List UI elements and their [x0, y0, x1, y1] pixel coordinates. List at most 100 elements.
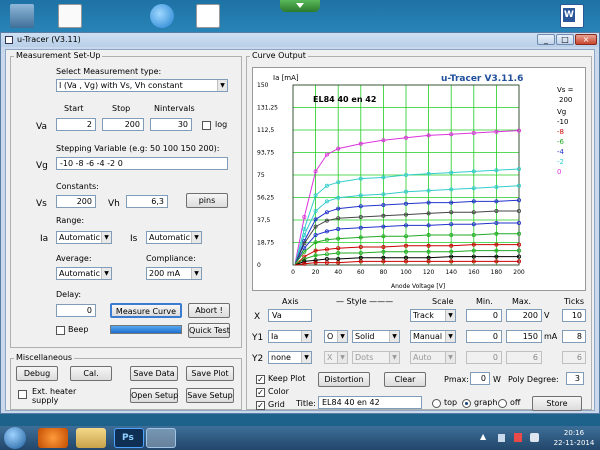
- internet-explorer-icon[interactable]: [150, 4, 174, 28]
- word-icon[interactable]: W: [560, 4, 584, 28]
- y2-line-value: Dots: [355, 353, 374, 362]
- x-scale-select[interactable]: Track ▼: [410, 309, 456, 322]
- tray-volume-icon[interactable]: [530, 433, 539, 442]
- y1-line-select[interactable]: Solid ▼: [352, 330, 400, 343]
- save-plot-button[interactable]: Save Plot: [186, 366, 234, 381]
- delay-label: Delay:: [56, 290, 82, 299]
- measure-curve-button[interactable]: Measure Curve: [110, 303, 182, 318]
- compliance-select[interactable]: 200 mA ▼: [146, 267, 202, 280]
- clock[interactable]: 20:16 22-11-2014: [552, 428, 596, 448]
- tray-flag-icon[interactable]: ▲: [480, 432, 486, 441]
- top-dock-tab[interactable]: [280, 0, 320, 12]
- ext-heater-checkbox[interactable]: [18, 390, 27, 399]
- x-variable-input[interactable]: Va: [268, 309, 312, 322]
- title-graph-label: graph: [474, 398, 498, 407]
- maximize-button[interactable]: □: [556, 34, 574, 45]
- cal-button[interactable]: Cal.: [70, 366, 112, 381]
- debug-button[interactable]: Debug: [16, 366, 58, 381]
- save-data-button[interactable]: Save Data: [130, 366, 178, 381]
- stop-col-label: Stop: [112, 104, 131, 113]
- y2-marker-select[interactable]: X ▼: [324, 351, 348, 364]
- vh-label: Vh: [108, 199, 120, 209]
- y1-max-input[interactable]: 150: [506, 330, 542, 343]
- color-checkbox[interactable]: ✓: [256, 388, 265, 397]
- va-nintervals-input[interactable]: 30: [150, 118, 192, 131]
- clock-date: 22-11-2014: [553, 439, 595, 447]
- nintervals-col-label: Nintervals: [154, 104, 195, 113]
- abort-button[interactable]: Abort !: [188, 303, 230, 318]
- clear-button[interactable]: Clear: [384, 372, 426, 387]
- y2-scale-value: Auto: [413, 353, 432, 362]
- tray-network-icon[interactable]: [498, 434, 505, 442]
- computer-icon[interactable]: [10, 4, 34, 28]
- plot-title-input[interactable]: EL84 40 en 42: [318, 396, 422, 409]
- y1-min-input[interactable]: 0: [466, 330, 502, 343]
- x-max-input[interactable]: 200: [506, 309, 542, 322]
- title-off-radio[interactable]: [498, 399, 507, 408]
- distortion-button[interactable]: Distortion: [318, 372, 370, 387]
- chevron-down-icon: ▼: [101, 268, 111, 279]
- title-top-radio[interactable]: [432, 399, 441, 408]
- va-stop-input[interactable]: 200: [102, 118, 144, 131]
- y1-row-label: Y1: [252, 333, 264, 343]
- save-setup-button[interactable]: Save Setup: [186, 388, 234, 403]
- y1-variable-select[interactable]: Ia ▼: [268, 330, 312, 343]
- y2-variable-select[interactable]: none ▼: [268, 351, 312, 364]
- y2-max-input[interactable]: 6: [506, 351, 542, 364]
- utracer-taskbar-icon[interactable]: [146, 428, 176, 448]
- style-header-text: Style: [346, 297, 367, 306]
- title-bar[interactable]: u-Tracer (V3.11) _ □ ×: [1, 33, 599, 47]
- y1-marker-select[interactable]: O ▼: [324, 330, 348, 343]
- is-range-select[interactable]: Automatic ▼: [146, 231, 202, 244]
- y1-scale-select[interactable]: Manual ▼: [410, 330, 456, 343]
- vg-steps-input[interactable]: -10 -8 -6 -4 -2 0: [56, 157, 228, 170]
- ia-range-select[interactable]: Automatic ▼: [56, 231, 112, 244]
- pmax-input[interactable]: 0: [470, 372, 490, 385]
- tray-security-icon[interactable]: [514, 433, 522, 442]
- y2-scale-select[interactable]: Auto ▼: [410, 351, 456, 364]
- y2-ticks-input[interactable]: 6: [562, 351, 586, 364]
- grid-checkbox[interactable]: ✓: [256, 401, 265, 410]
- poly-degree-input[interactable]: 3: [566, 372, 584, 385]
- x-min-input[interactable]: 0: [466, 309, 502, 322]
- store-button[interactable]: Store: [532, 396, 582, 411]
- start-col-label: Start: [64, 104, 84, 113]
- document-icon[interactable]: [58, 4, 82, 28]
- x-tick-label: 40: [334, 269, 342, 276]
- media-player-icon[interactable]: [38, 428, 68, 448]
- legend-entry: -6: [557, 138, 565, 146]
- minimize-button[interactable]: _: [537, 34, 555, 45]
- beep-checkbox[interactable]: [56, 326, 65, 335]
- x-tick-label: 160: [468, 269, 480, 276]
- y1-marker-value: O: [327, 332, 334, 341]
- range-label: Range:: [56, 216, 85, 225]
- average-select[interactable]: Automatic ▼: [56, 267, 112, 280]
- checklist-icon[interactable]: [196, 4, 220, 28]
- log-label: log: [215, 120, 228, 129]
- keep-plot-label: Keep Plot: [268, 374, 306, 383]
- compliance-label: Compliance:: [146, 254, 196, 263]
- measurement-type-select[interactable]: I (Va , Vg) with Vs, Vh constant ▼: [56, 79, 228, 92]
- y2-min-input[interactable]: 0: [466, 351, 502, 364]
- plot-title: EL84 40 en 42: [313, 95, 376, 104]
- max-header: Max.: [512, 297, 532, 306]
- y1-ticks-input[interactable]: 8: [562, 330, 586, 343]
- pins-button[interactable]: pins: [186, 193, 228, 208]
- quick-test-button[interactable]: Quick Test: [188, 323, 230, 338]
- keep-plot-checkbox[interactable]: ✓: [256, 375, 265, 384]
- start-button[interactable]: [4, 427, 26, 449]
- y2-line-select[interactable]: Dots ▼: [352, 351, 400, 364]
- min-header: Min.: [476, 297, 493, 306]
- va-label: Va: [36, 122, 47, 132]
- x-ticks-input[interactable]: 10: [562, 309, 586, 322]
- log-checkbox[interactable]: [202, 121, 211, 130]
- va-start-input[interactable]: 2: [56, 118, 96, 131]
- photoshop-icon[interactable]: Ps: [114, 428, 144, 448]
- open-setup-button[interactable]: Open Setup: [130, 388, 178, 403]
- title-graph-radio[interactable]: [462, 399, 471, 408]
- close-button[interactable]: ×: [575, 34, 597, 45]
- explorer-icon[interactable]: [76, 428, 106, 448]
- vs-input[interactable]: 200: [56, 195, 96, 208]
- vh-input[interactable]: 6,3: [126, 195, 168, 208]
- delay-input[interactable]: 0: [56, 304, 96, 317]
